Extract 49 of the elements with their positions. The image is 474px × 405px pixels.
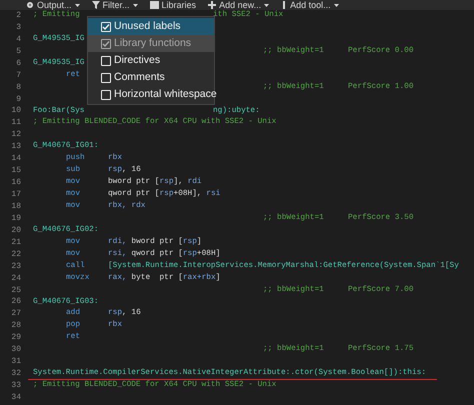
line-number: 28	[10, 322, 21, 330]
line-number: 10	[10, 107, 21, 116]
line-number: 17	[10, 191, 21, 200]
line-number: 13	[10, 143, 21, 152]
line-number: 4	[15, 36, 21, 44]
line-number: 32	[10, 370, 21, 378]
toolbar-button[interactable]: Libraries	[150, 0, 196, 10]
toolbar-button[interactable]: Add new...	[208, 0, 270, 10]
menu-item[interactable]: Unused labels	[88, 18, 214, 35]
line-number: 26	[10, 298, 21, 306]
line-number: 12	[10, 131, 21, 140]
line-number: 6	[15, 60, 21, 68]
line-number: 7	[15, 72, 21, 80]
toolbar-button[interactable]: Add tool...	[281, 0, 339, 10]
gear-icon	[26, 1, 34, 9]
line-number: 2	[15, 12, 21, 20]
line-number: 3	[15, 24, 21, 32]
line-number: 19	[10, 214, 21, 223]
line-number: 5	[15, 48, 21, 56]
caret-icon	[132, 4, 138, 6]
plus-icon	[208, 1, 216, 9]
line-number: 34	[10, 394, 21, 402]
line-number: 8	[15, 84, 21, 92]
line-number: 11	[10, 119, 21, 128]
line-number: 25	[10, 286, 21, 295]
line-number: 21	[10, 238, 21, 247]
funnel-icon	[92, 1, 100, 9]
line-number: 14	[10, 155, 21, 164]
line-number: 33	[10, 382, 21, 390]
caret-icon	[334, 4, 339, 6]
line-number: 20	[10, 226, 21, 235]
line-number: 30	[10, 346, 21, 354]
line-number: 23	[10, 262, 21, 271]
line-number: 22	[10, 250, 21, 259]
line-number: 15	[10, 167, 21, 176]
caret-icon	[264, 4, 270, 6]
toolbar-button[interactable]: Filter...	[92, 0, 138, 10]
menu-item[interactable]: Horizontal whitespace	[88, 86, 214, 103]
menu-item[interactable]: Comments	[88, 69, 214, 86]
line-number: 29	[10, 334, 21, 342]
caret-icon	[74, 4, 80, 6]
menu-item[interactable]: Directives	[88, 52, 214, 69]
line-number: 24	[10, 274, 21, 283]
line-number: 18	[10, 202, 21, 211]
line-number: 16	[10, 179, 21, 188]
line-number: 27	[10, 310, 21, 318]
line-number: 31	[10, 358, 21, 366]
toolbar-button[interactable]: Output...	[26, 0, 80, 10]
line-number: 9	[15, 96, 21, 104]
